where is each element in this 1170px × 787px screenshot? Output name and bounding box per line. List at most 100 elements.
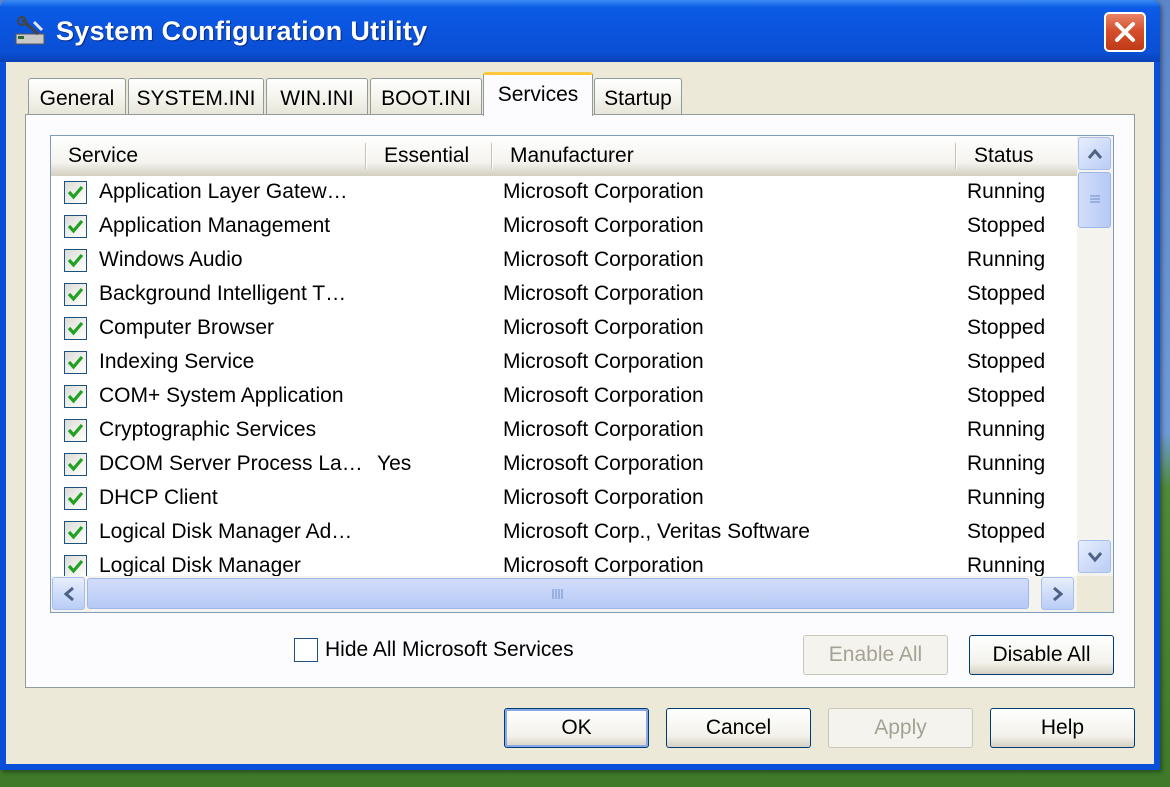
service-checkbox[interactable] [64, 317, 87, 340]
table-row[interactable]: Computer Browser Microsoft Corporation Sto… [51, 312, 1077, 346]
vertical-scroll-thumb[interactable] [1078, 172, 1111, 228]
checkmark-icon [67, 423, 84, 438]
service-status: Running [967, 486, 1046, 509]
service-status: Running [967, 418, 1046, 441]
service-checkbox[interactable] [64, 249, 87, 272]
title-bar[interactable]: System Configuration Utility [0, 0, 1160, 62]
service-name: DHCP Client [99, 486, 218, 509]
service-manufacturer: Microsoft Corp., Veritas Software [503, 520, 810, 543]
service-name: Application Management [99, 214, 331, 237]
service-manufacturer: Microsoft Corporation [503, 452, 704, 475]
grip-icon [1089, 195, 1100, 203]
table-row[interactable]: DHCP Client Microsoft Corporation Running [51, 482, 1077, 516]
column-header-service[interactable]: Service [51, 136, 367, 176]
apply-button[interactable]: Apply [828, 708, 973, 748]
service-status: Running [967, 452, 1046, 475]
disable-all-button[interactable]: Disable All [969, 635, 1114, 675]
service-status: Running [967, 248, 1046, 271]
service-name: Logical Disk Manager Ad… [99, 520, 353, 543]
service-name: Background Intelligent T… [99, 282, 347, 305]
tab-system-ini[interactable]: SYSTEM.INI [128, 78, 264, 114]
chevron-left-icon [63, 586, 74, 601]
horizontal-scrollbar[interactable] [51, 576, 1077, 612]
service-checkbox[interactable] [64, 283, 87, 306]
service-status: Running [967, 554, 1046, 577]
service-status: Stopped [967, 316, 1046, 339]
table-row[interactable]: Application Layer Gatew… Microsoft Corpor… [51, 176, 1077, 210]
list-header: Service Essential Manufacturer Status [51, 136, 1077, 176]
service-name: Logical Disk Manager [99, 554, 301, 577]
cancel-button[interactable]: Cancel [666, 708, 811, 748]
table-row[interactable]: Indexing Service Microsoft Corporation Sto… [51, 346, 1077, 380]
column-header-status[interactable]: Status [957, 136, 1077, 176]
checkmark-icon [67, 287, 84, 302]
service-checkbox[interactable] [64, 181, 87, 204]
service-name: Application Layer Gatew… [99, 180, 348, 203]
service-essential: Yes [377, 452, 412, 475]
column-header-essential[interactable]: Essential [367, 136, 493, 176]
service-checkbox[interactable] [64, 521, 87, 544]
grip-icon [552, 588, 563, 599]
close-button[interactable] [1104, 12, 1146, 52]
scroll-up-button[interactable] [1078, 137, 1111, 170]
service-checkbox[interactable] [64, 487, 87, 510]
checkmark-icon [67, 491, 84, 506]
column-header-manufacturer[interactable]: Manufacturer [493, 136, 957, 176]
service-checkbox[interactable] [64, 419, 87, 442]
tab-boot-ini[interactable]: BOOT.INI [370, 78, 482, 114]
scroll-down-button[interactable] [1078, 540, 1111, 573]
window-title: System Configuration Utility [56, 16, 428, 46]
service-status: Stopped [967, 282, 1046, 305]
table-row[interactable]: Cryptographic Services Microsoft Corporat… [51, 414, 1077, 448]
tab-startup[interactable]: Startup [594, 78, 682, 114]
enable-all-button[interactable]: Enable All [803, 635, 948, 675]
hide-microsoft-services-checkbox[interactable]: Hide All Microsoft Services [294, 635, 574, 665]
service-status: Stopped [967, 384, 1046, 407]
help-button[interactable]: Help [990, 708, 1135, 748]
tab-services[interactable]: Services [483, 72, 593, 116]
table-row[interactable]: Background Intelligent T… Microsoft Corpo… [51, 278, 1077, 312]
tab-win-ini[interactable]: WIN.INI [266, 78, 368, 114]
checkmark-icon [67, 355, 84, 370]
service-manufacturer: Microsoft Corporation [503, 486, 704, 509]
checkmark-icon [67, 389, 84, 404]
chevron-down-icon [1087, 551, 1102, 562]
service-manufacturer: Microsoft Corporation [503, 350, 704, 373]
msconfig-icon [15, 16, 45, 45]
service-checkbox[interactable] [64, 385, 87, 408]
service-manufacturer: Microsoft Corporation [503, 554, 704, 577]
table-row[interactable]: Logical Disk Manager Ad… Microsoft Corp.,… [51, 516, 1077, 550]
scroll-left-button[interactable] [52, 577, 85, 610]
service-name: Computer Browser [99, 316, 275, 339]
service-status: Stopped [967, 214, 1046, 237]
ok-button[interactable]: OK [504, 708, 649, 748]
service-checkbox[interactable] [64, 215, 87, 238]
service-manufacturer: Microsoft Corporation [503, 282, 704, 305]
tab-general[interactable]: General [28, 78, 126, 114]
service-status: Stopped [967, 350, 1046, 373]
service-manufacturer: Microsoft Corporation [503, 180, 704, 203]
services-list[interactable]: Service Essential Manufacturer Status Ap… [50, 135, 1114, 613]
checkmark-icon [67, 185, 84, 200]
vertical-scrollbar[interactable] [1077, 136, 1113, 576]
table-row[interactable]: DCOM Server Process La… Yes Microsoft Corp… [51, 448, 1077, 482]
scroll-right-button[interactable] [1041, 577, 1074, 610]
services-tab-panel: Service Essential Manufacturer Status Ap… [25, 114, 1135, 688]
service-manufacturer: Microsoft Corporation [503, 384, 704, 407]
service-name: COM+ System Application [99, 384, 344, 407]
checkmark-icon [67, 321, 84, 336]
checkmark-icon [67, 253, 84, 268]
service-checkbox[interactable] [64, 351, 87, 374]
checkbox-box[interactable] [294, 638, 318, 662]
checkmark-icon [67, 559, 84, 574]
service-manufacturer: Microsoft Corporation [503, 418, 704, 441]
chevron-right-icon [1052, 586, 1063, 601]
horizontal-scroll-thumb[interactable] [87, 578, 1029, 609]
table-row[interactable]: COM+ System Application Microsoft Corpora… [51, 380, 1077, 414]
table-row[interactable]: Windows Audio Microsoft Corporation Runnin… [51, 244, 1077, 278]
checkmark-icon [67, 525, 84, 540]
service-status: Running [967, 180, 1046, 203]
service-checkbox[interactable] [64, 453, 87, 476]
service-checkbox[interactable] [64, 555, 87, 578]
table-row[interactable]: Application Management Microsoft Corporat… [51, 210, 1077, 244]
